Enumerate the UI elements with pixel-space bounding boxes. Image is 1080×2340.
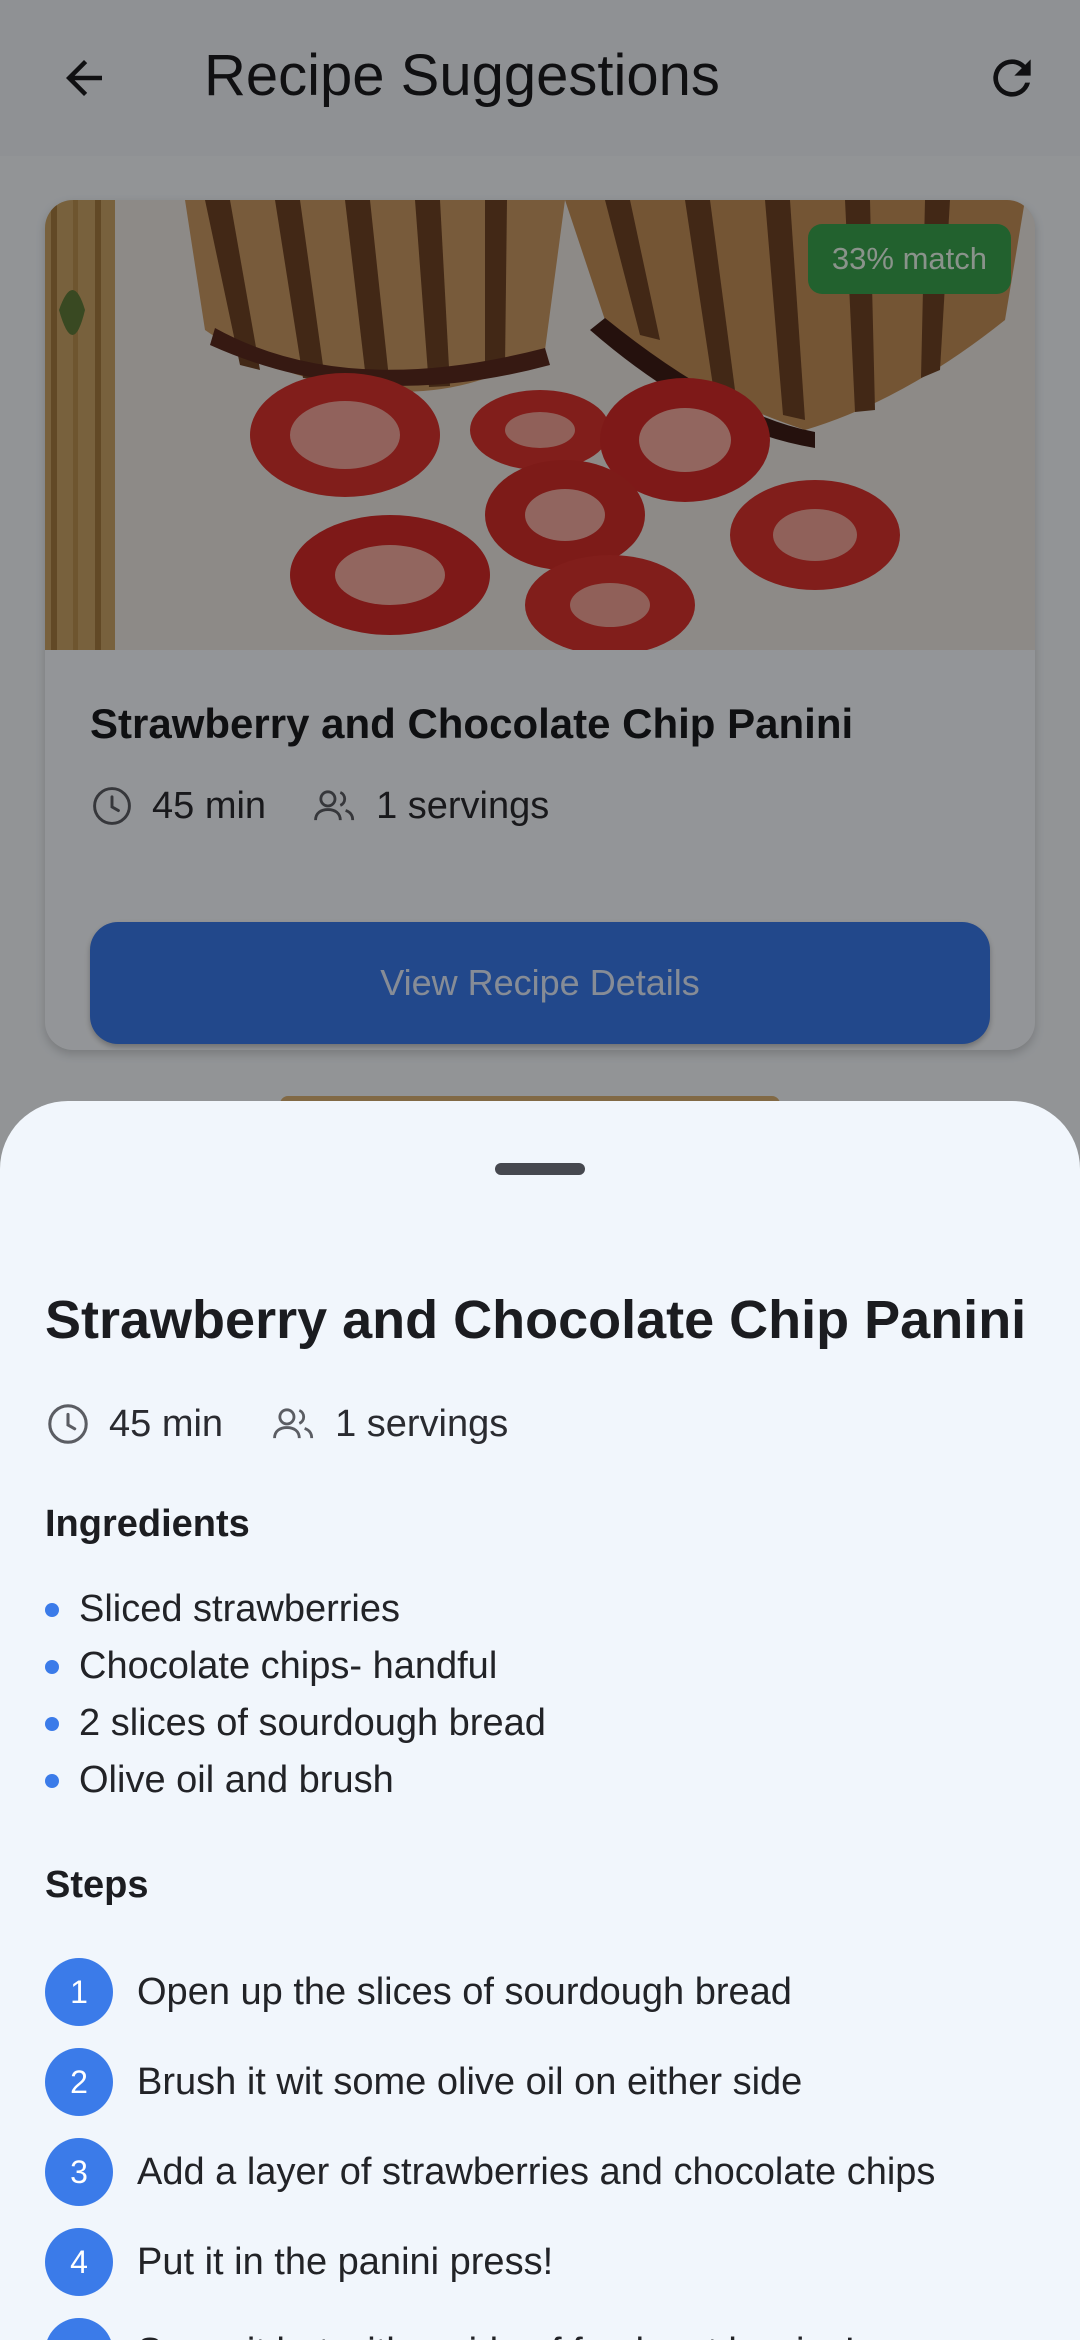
bullet-icon [45, 1659, 59, 1674]
step-text: Brush it wit some olive oil on either si… [137, 2060, 803, 2103]
step-item: 1 Open up the slices of sourdough bread [45, 1947, 935, 2037]
step-text: Open up the slices of sourdough bread [137, 1970, 792, 2013]
bullet-icon [45, 1716, 59, 1731]
bullet-icon [45, 1773, 59, 1788]
sheet-time: 45 min [45, 1401, 223, 1447]
ingredient-item: Sliced strawberries [45, 1581, 546, 1638]
step-text: Put it in the panini press! [137, 2240, 554, 2283]
drag-handle[interactable] [495, 1163, 585, 1175]
step-number-badge: 2 [45, 2048, 113, 2116]
clock-icon [48, 1404, 88, 1444]
screen: Recipe Suggestions 33% match Strawberry … [0, 0, 1080, 2340]
step-number-badge: 4 [45, 2228, 113, 2296]
sheet-meta-row: 45 min 1 servings [45, 1401, 508, 1447]
step-text: Serve it hot with a side of fresh cut be… [137, 2331, 855, 2340]
step-item: 5 Serve it hot with a side of fresh cut b… [45, 2307, 935, 2340]
ingredients-heading: Ingredients [45, 1503, 250, 1545]
step-item: 4 Put it in the panini press! [45, 2217, 935, 2307]
sheet-servings-label: 1 servings [335, 1402, 509, 1445]
sheet-time-label: 45 min [109, 1402, 224, 1445]
ingredient-item: Olive oil and brush [45, 1752, 546, 1809]
step-number-badge: 1 [45, 1958, 113, 2026]
step-number-badge: 3 [45, 2138, 113, 2206]
ingredients-list: Sliced strawberries Chocolate chips- han… [45, 1581, 546, 1809]
ingredient-item: 2 slices of sourdough bread [45, 1695, 546, 1752]
bullet-icon [45, 1602, 59, 1617]
step-item: 2 Brush it wit some olive oil on either s… [45, 2037, 935, 2127]
step-number-badge: 5 [45, 2318, 113, 2340]
steps-list: 1 Open up the slices of sourdough bread 2… [45, 1947, 935, 2340]
step-item: 3 Add a layer of strawberries and chocola… [45, 2127, 935, 2217]
recipe-details-sheet: Strawberry and Chocolate Chip Panini 45 … [0, 1101, 1080, 2340]
steps-heading: Steps [45, 1864, 149, 1906]
sheet-servings: 1 servings [271, 1402, 508, 1446]
sheet-recipe-title: Strawberry and Chocolate Chip Panini [45, 1290, 1027, 1350]
step-text: Add a layer of strawberries and chocolat… [137, 2150, 936, 2193]
ingredient-item: Chocolate chips- handful [45, 1638, 546, 1695]
people-icon [273, 1408, 314, 1439]
